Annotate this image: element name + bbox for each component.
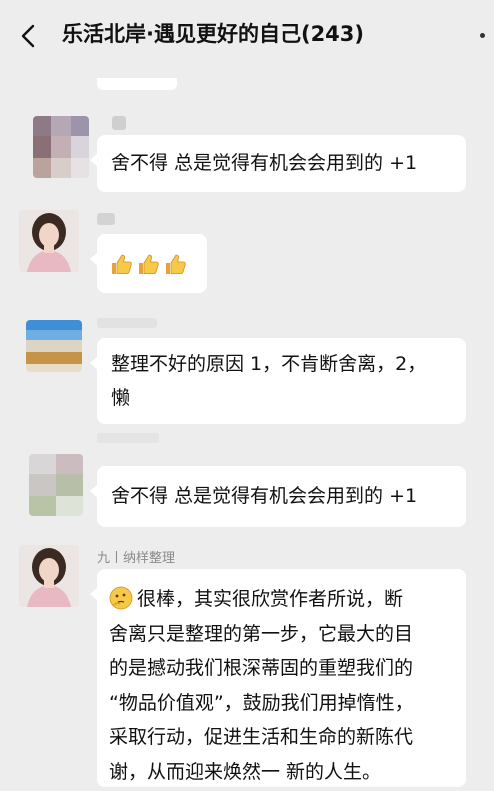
sender-name-blurred xyxy=(97,433,159,443)
avatar[interactable] xyxy=(19,545,79,607)
message-text: 舍不得 总是觉得有机会会用到的 +1 xyxy=(111,485,418,507)
chat-title: 乐活北岸·遇见更好的自己(243) xyxy=(62,22,365,46)
profile-photo xyxy=(19,210,79,272)
back-button[interactable] xyxy=(14,20,42,52)
thumbs-up-icon xyxy=(112,254,132,274)
message-text-line: 整理不好的原因 1，不肯断舍离，2， xyxy=(111,353,427,375)
emoji-bubble[interactable] xyxy=(90,234,207,293)
message-text-line: 谢，从而迎来焕然一 新的人生。 xyxy=(109,760,382,783)
message-text-line: 的是撼动我们根深蒂固的重塑我们的 xyxy=(109,657,414,679)
sender-name-blurred xyxy=(97,318,157,328)
message-bubble[interactable]: 舍不得 总是觉得有机会会用到的 +1 xyxy=(90,135,466,192)
avatar[interactable] xyxy=(19,210,79,272)
message-text-line: 懒 xyxy=(111,387,131,409)
previous-message-bubble xyxy=(97,78,177,90)
avatar[interactable] xyxy=(29,454,83,516)
chat-header: 乐活北岸·遇见更好的自己(243) xyxy=(0,0,494,72)
thumbs-up-icon xyxy=(166,254,186,274)
message-text-line: 采取行动，促进生活和生命的新陈代 xyxy=(109,726,414,748)
message-bubble[interactable]: 很棒，其实很欣赏作者所说，断 舍离只是整理的第一步，它最大的目 的是撼动我们根深… xyxy=(90,569,466,787)
more-dots-icon[interactable] xyxy=(480,33,485,38)
message-text-line: 很棒，其实很欣赏作者所说，断 xyxy=(137,588,404,610)
thinking-face-icon xyxy=(109,586,133,610)
sender-name-blurred xyxy=(112,116,126,130)
profile-photo xyxy=(19,545,79,607)
message-text: 舍不得 总是觉得有机会会用到的 +1 xyxy=(111,152,418,174)
sender-name-blurred xyxy=(97,213,115,225)
message-bubble[interactable]: 整理不好的原因 1，不肯断舍离，2， 懒 xyxy=(90,338,466,424)
message-text-line: “物品价值观”，鼓励我们用掉惰性， xyxy=(109,691,414,714)
avatar[interactable] xyxy=(33,116,89,178)
sender-name: 九丨纳样整理 xyxy=(97,551,176,566)
thumbs-up-icon xyxy=(139,254,159,274)
message-text-line: 舍离只是整理的第一步，它最大的目 xyxy=(109,622,414,645)
message-bubble[interactable]: 舍不得 总是觉得有机会会用到的 +1 xyxy=(90,466,466,527)
avatar[interactable] xyxy=(26,320,82,372)
chevron-left-icon xyxy=(21,24,35,48)
